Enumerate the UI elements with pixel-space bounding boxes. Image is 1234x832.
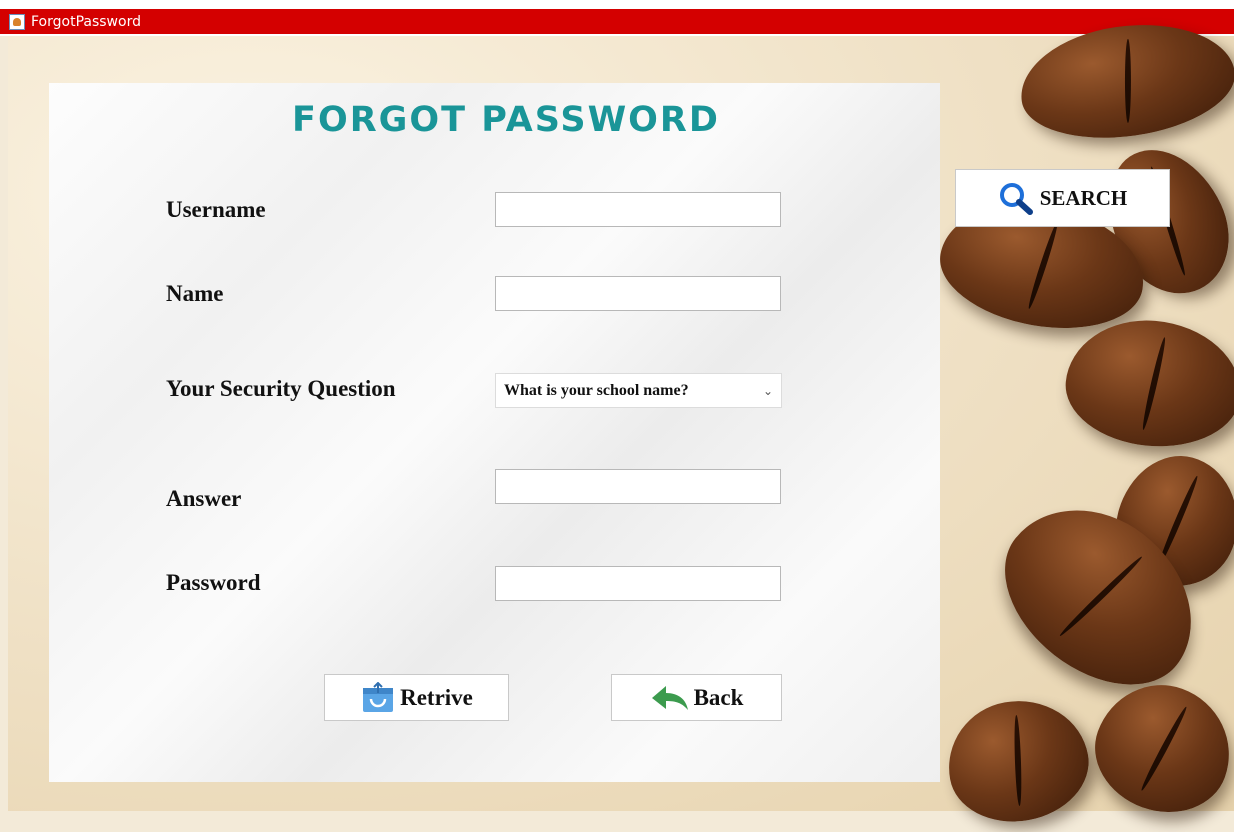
titlebar-strip: ForgotPassword	[0, 9, 1234, 34]
search-button-label: SEARCH	[1039, 185, 1128, 210]
security-question-select[interactable]: What is your school name? ⌄	[495, 373, 782, 408]
security-question-value: What is your school name?	[504, 381, 689, 399]
password-label: Password	[166, 570, 261, 595]
window-title: ForgotPassword	[31, 13, 141, 30]
java-app-icon	[9, 13, 25, 30]
retrieve-icon	[363, 681, 394, 712]
search-button[interactable]: SEARCH	[955, 169, 1170, 227]
name-label: Name	[166, 281, 224, 306]
window-titlebar: ForgotPassword	[0, 0, 1234, 36]
chevron-down-icon: ⌄	[762, 383, 773, 398]
username-label: Username	[166, 197, 266, 222]
coffee-bean	[1060, 313, 1234, 454]
password-field[interactable]	[495, 566, 781, 601]
retrive-button[interactable]: Retrive	[324, 674, 509, 721]
page-title: FORGOT PASSWORD	[292, 100, 720, 140]
back-arrow-icon	[651, 685, 688, 710]
security-question-label: Your Security Question	[166, 376, 396, 401]
name-field[interactable]	[495, 276, 781, 311]
back-button-label: Back	[693, 684, 744, 710]
search-icon	[999, 183, 1033, 215]
username-field[interactable]	[495, 192, 781, 227]
answer-field[interactable]	[495, 469, 781, 504]
coffee-bean	[1078, 666, 1234, 831]
retrive-button-label: Retrive	[400, 684, 473, 710]
back-button[interactable]: Back	[611, 674, 782, 721]
answer-label: Answer	[166, 486, 242, 511]
